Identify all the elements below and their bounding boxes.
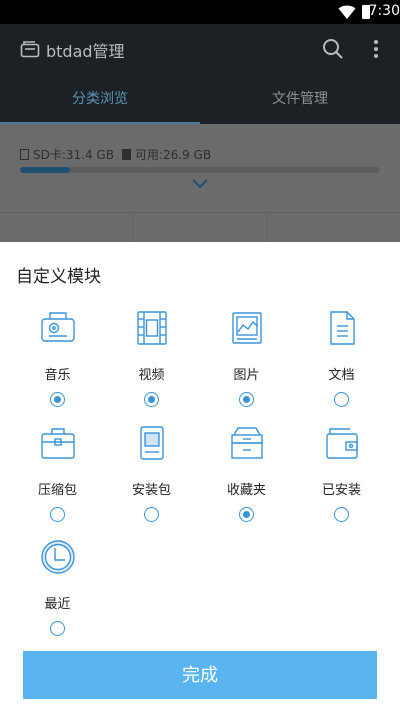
chevron-down-icon[interactable] — [192, 179, 208, 189]
available-space: 可用:26.9 GB — [134, 148, 212, 162]
tab-file-manager[interactable]: 文件管理 — [200, 74, 400, 124]
storage-summary: SD卡:31.4 GB 可用:26.9 GB — [0, 124, 400, 212]
module-video[interactable]: 视频 — [104, 310, 199, 407]
storage-info-row: SD卡:31.4 GB 可用:26.9 GB — [20, 146, 211, 163]
module-radio[interactable] — [144, 507, 159, 522]
module-label: 安装包 — [131, 483, 171, 498]
archive-icon — [40, 428, 75, 459]
category-grid-background — [0, 212, 400, 243]
module-label: 收藏夹 — [226, 483, 266, 498]
module-radio[interactable] — [50, 392, 65, 407]
picture-icon — [231, 312, 262, 344]
module-label: 音乐 — [44, 368, 71, 383]
module-picture[interactable]: 图片 — [199, 310, 294, 407]
storage-usage-fill — [20, 167, 71, 173]
module-label: 图片 — [233, 368, 260, 383]
clock-time: 7:30 — [368, 3, 400, 19]
app-bar: btdad管理 — [0, 24, 400, 74]
module-radio[interactable] — [239, 507, 254, 522]
module-music[interactable]: 音乐 — [10, 310, 105, 407]
customize-modules-sheet: 自定义模块 音乐 视频 图片 文档 压缩包 安装包 收藏夹 已安装 最近 完成 — [0, 242, 400, 710]
app-logo-icon — [20, 41, 40, 58]
sd-capacity: SD卡:31.4 GB — [33, 148, 114, 162]
module-radio[interactable] — [334, 507, 349, 522]
search-icon[interactable] — [322, 38, 344, 60]
sheet-title: 自定义模块 — [16, 267, 101, 287]
wifi-icon — [338, 5, 356, 19]
installed-icon — [325, 428, 358, 459]
module-installed[interactable]: 已安装 — [294, 425, 389, 522]
module-label: 视频 — [138, 368, 165, 383]
music-icon — [40, 312, 75, 342]
module-favorites[interactable]: 收藏夹 — [199, 425, 294, 522]
storage-usage-bar — [20, 167, 380, 173]
module-radio[interactable] — [239, 392, 254, 407]
module-radio[interactable] — [50, 621, 65, 636]
module-label: 压缩包 — [37, 483, 77, 498]
module-package[interactable]: 安装包 — [104, 425, 199, 522]
module-label: 文档 — [328, 368, 355, 383]
favorites-icon — [230, 427, 263, 459]
grid-divider — [133, 213, 134, 243]
module-document[interactable]: 文档 — [294, 310, 389, 407]
status-bar: 7:30 — [0, 0, 400, 24]
document-icon — [329, 311, 355, 345]
storage-icon — [121, 149, 131, 160]
module-radio[interactable] — [334, 392, 349, 407]
tab-bar: 分类浏览 文件管理 — [0, 74, 400, 124]
module-recent[interactable]: 最近 — [10, 539, 105, 636]
module-label: 最近 — [44, 597, 71, 612]
module-radio[interactable] — [50, 507, 65, 522]
package-icon — [139, 426, 164, 460]
tab-category-browse[interactable]: 分类浏览 — [0, 74, 200, 124]
done-button[interactable]: 完成 — [23, 651, 377, 699]
video-icon — [136, 311, 167, 345]
module-label: 已安装 — [321, 483, 361, 498]
module-archive[interactable]: 压缩包 — [10, 425, 105, 522]
module-radio[interactable] — [144, 392, 159, 407]
app-title: btdad管理 — [46, 42, 125, 61]
more-options-icon[interactable] — [366, 38, 386, 60]
clock-icon — [40, 540, 75, 574]
grid-divider — [266, 213, 267, 243]
sd-card-icon — [20, 149, 29, 160]
